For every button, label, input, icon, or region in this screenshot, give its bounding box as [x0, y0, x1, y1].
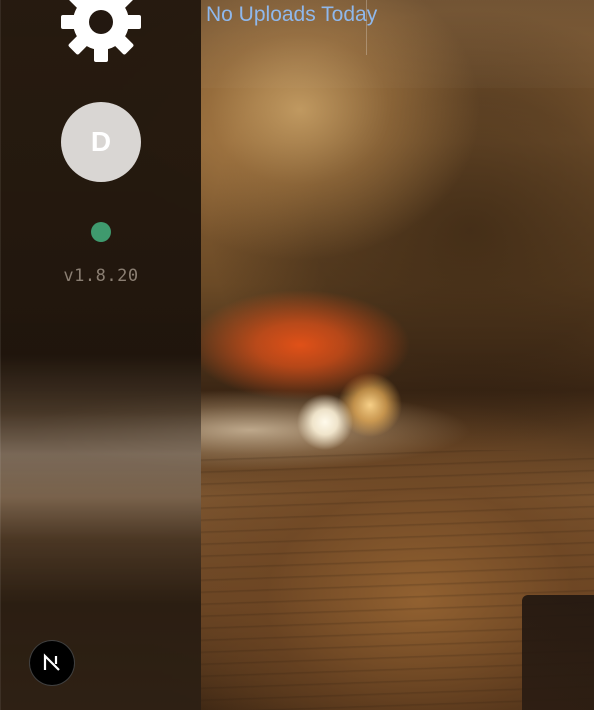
background-object [522, 595, 594, 710]
status-indicator [91, 222, 111, 242]
n-logo-icon [43, 653, 60, 671]
app-version: v1.8.20 [63, 266, 139, 286]
avatar[interactable]: D [61, 102, 141, 182]
sidebar: D v1.8.20 [0, 0, 201, 710]
nextjs-badge-icon[interactable] [29, 640, 75, 686]
gear-icon-graphic [61, 0, 141, 62]
avatar-initial: D [90, 126, 112, 157]
gear-icon[interactable] [61, 0, 141, 62]
app-window: No Uploads Today D v1.8.20 [0, 0, 594, 710]
uploads-status-link[interactable]: No Uploads Today [206, 3, 377, 27]
